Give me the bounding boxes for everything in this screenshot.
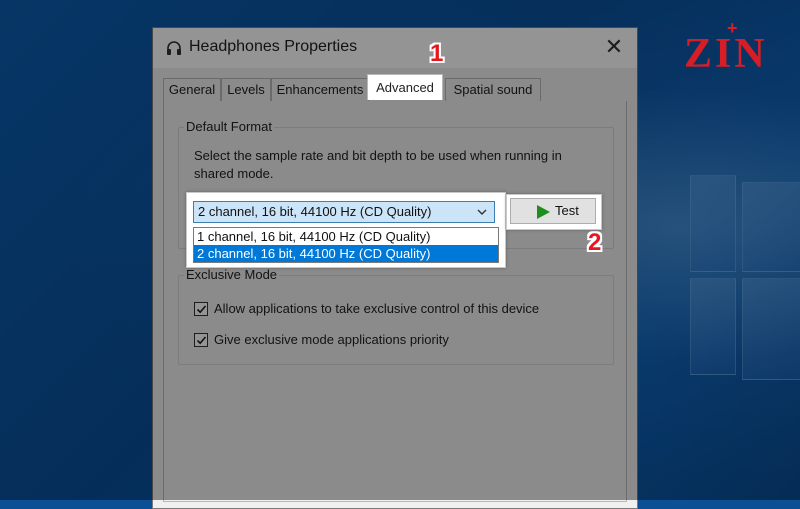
allow-exclusive-control-checkbox[interactable]: Allow applications to take exclusive con… (194, 301, 594, 319)
test-highlight: Test (506, 194, 602, 230)
tab-levels[interactable]: Levels (221, 78, 271, 101)
windows-logo-pane (690, 278, 736, 375)
windows-logo-pane (742, 182, 800, 272)
chevron-down-icon (477, 209, 487, 215)
test-button-label: Test (555, 203, 579, 218)
exclusive-mode-group (178, 275, 614, 365)
sample-rate-select[interactable]: 2 channel, 16 bit, 44100 Hz (CD Quality) (193, 201, 495, 223)
sample-rate-highlight: 2 channel, 16 bit, 44100 Hz (CD Quality)… (186, 192, 506, 268)
selected-format: 2 channel, 16 bit, 44100 Hz (CD Quality) (198, 204, 432, 219)
checkbox-label: Give exclusive mode applications priorit… (214, 332, 449, 347)
tab-general[interactable]: General (163, 78, 221, 101)
close-button[interactable]: ✕ (591, 28, 637, 68)
window-title: Headphones Properties (189, 38, 358, 55)
tab-spatial-sound[interactable]: Spatial sound (445, 78, 541, 101)
step-marker-2: 2 (588, 229, 602, 256)
checkbox-box[interactable] (194, 333, 208, 347)
headphones-icon (167, 41, 181, 55)
tab-enhancements[interactable]: Enhancements (271, 78, 369, 101)
exclusive-mode-label: Exclusive Mode (184, 267, 280, 282)
windows-logo-pane (742, 278, 800, 380)
default-format-description: Select the sample rate and bit depth to … (194, 148, 562, 181)
test-button[interactable]: Test (510, 198, 596, 224)
brand-logo: ZIN (684, 31, 768, 77)
checkmark-icon (196, 305, 207, 314)
advanced-tab-panel: Default Format Select the sample rate an… (163, 101, 627, 502)
checkbox-label: Allow applications to take exclusive con… (214, 301, 540, 316)
brand-logo-accent: + (727, 18, 738, 38)
exclusive-priority-checkbox[interactable]: Give exclusive mode applications priorit… (194, 332, 594, 350)
format-dropdown-list: 1 channel, 16 bit, 44100 Hz (CD Quality)… (193, 227, 499, 263)
tab-advanced[interactable]: Advanced (367, 74, 443, 100)
checkbox-box[interactable] (194, 302, 208, 316)
format-option-selected[interactable]: 2 channel, 16 bit, 44100 Hz (CD Quality) (194, 245, 498, 262)
format-option[interactable]: 1 channel, 16 bit, 44100 Hz (CD Quality) (194, 228, 498, 245)
play-icon (537, 205, 550, 219)
checkmark-icon (196, 336, 207, 345)
default-format-label: Default Format (184, 119, 274, 134)
title-bar: Headphones Properties ✕ (153, 28, 637, 68)
step-marker-1: 1 (430, 40, 444, 67)
windows-logo-pane (690, 175, 736, 272)
